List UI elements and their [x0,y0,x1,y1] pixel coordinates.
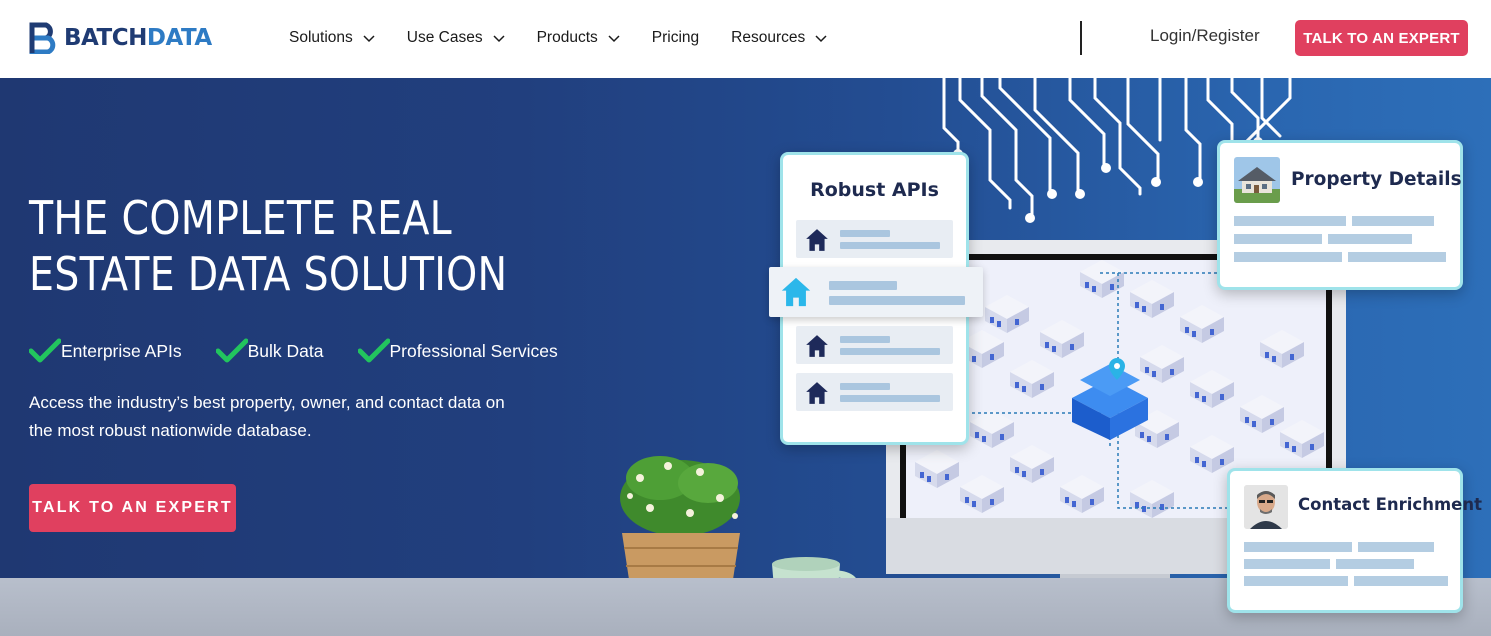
feature-label: Bulk Data [247,340,324,361]
house-icon [806,335,828,357]
top-navbar: BATCHDATA Solutions Use Cases Products P… [0,0,1491,78]
feature-item: Professional Services [357,338,558,364]
nav-divider [1080,21,1082,55]
chevron-down-icon [363,35,375,43]
house-icon [806,382,828,404]
brand-name: BATCHDATA [64,24,212,51]
hero-title-line: ESTATE DATA SOLUTION [29,247,508,301]
hero-description-line: Access the industry’s best property, own… [29,393,505,412]
contact-avatar [1244,485,1288,529]
chevron-down-icon [493,35,505,43]
api-row [796,373,953,411]
robust-apis-card: Robust APIs [769,152,983,445]
property-details-card: Property Details [1217,140,1463,290]
talk-to-expert-nav-button[interactable]: TALK TO AN EXPERT [1295,20,1468,56]
menu-item-resources[interactable]: Resources [731,26,827,50]
feature-list: Enterprise APIs Bulk Data Professional S… [29,338,592,364]
hero-description: Access the industry’s best property, own… [29,389,569,445]
menu-item-solutions[interactable]: Solutions [289,26,375,50]
house-icon [781,277,811,307]
house-icon [806,229,828,251]
api-row [796,220,953,258]
feature-label: Professional Services [389,340,558,361]
property-details-title: Property Details [1291,169,1462,190]
api-row-highlighted [769,267,983,317]
feature-label: Enterprise APIs [61,340,182,361]
batchdata-logo-icon [29,22,56,54]
login-register-link[interactable]: Login/Register [1150,26,1260,46]
main-menu: Solutions Use Cases Products Pricing Res… [289,26,859,50]
hero-title-line: THE COMPLETE REAL [29,191,452,245]
menu-item-label: Resources [731,29,806,46]
feature-item: Bulk Data [215,338,324,364]
contact-enrichment-card: Contact Enrichment [1227,468,1482,613]
hero-section: Robust APIs Property Details Contact Enr… [0,78,1491,636]
hero-title: THE COMPLETE REAL ESTATE DATA SOLUTION [29,190,507,302]
talk-to-expert-hero-button[interactable]: TALK TO AN EXPERT [29,484,236,532]
menu-item-label: Products [536,29,598,46]
api-row [796,326,953,364]
robust-apis-title: Robust APIs [810,179,939,201]
menu-item-use-cases[interactable]: Use Cases [407,26,505,50]
contact-enrichment-title: Contact Enrichment [1298,495,1482,514]
checkmark-icon [357,338,390,363]
property-thumbnail [1234,157,1280,203]
checkmark-icon [215,338,248,363]
brand-logo[interactable]: BATCHDATA [29,21,212,55]
chevron-down-icon [815,35,827,43]
feature-item: Enterprise APIs [29,338,182,364]
hero-description-line: the most robust nationwide database. [29,421,312,440]
menu-item-label: Solutions [289,29,353,46]
menu-item-label: Use Cases [406,29,483,46]
checkmark-icon [29,338,61,363]
chevron-down-icon [608,35,620,43]
menu-item-products[interactable]: Products [537,26,620,50]
menu-item-label: Pricing [651,29,700,46]
menu-item-pricing[interactable]: Pricing [652,26,699,50]
